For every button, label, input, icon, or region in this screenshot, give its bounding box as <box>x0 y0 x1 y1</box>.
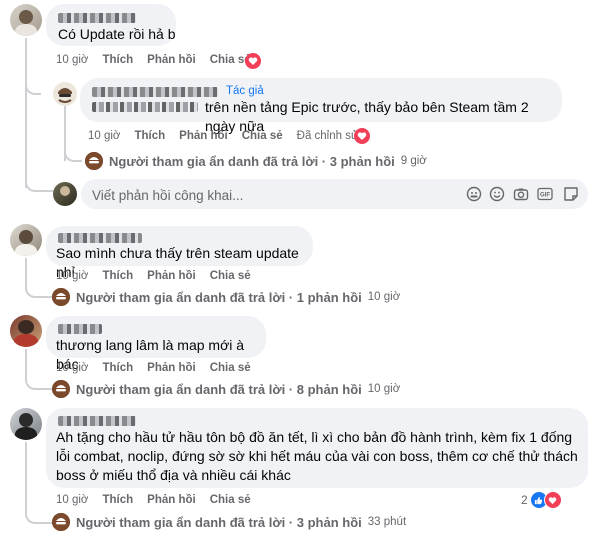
comment-time[interactable]: 10 giờ <box>56 362 88 374</box>
reply-button[interactable]: Phản hồi <box>147 54 196 66</box>
reply-input[interactable]: Viết phản hồi công khai... GIF <box>81 179 588 209</box>
comment-time[interactable]: 10 giờ <box>56 270 88 282</box>
author-badge: Tác giả <box>226 85 264 97</box>
anonymous-avatar-icon <box>52 380 70 398</box>
thread-connector <box>25 76 41 95</box>
avatar[interactable] <box>10 315 42 347</box>
thread-connector <box>64 146 82 162</box>
like-button[interactable]: Thích <box>134 130 165 142</box>
comment-text-line: lỗi combat, noclip, đứng sờ sờ khi hết m… <box>56 448 578 464</box>
heart-icon[interactable] <box>354 128 370 144</box>
anonymous-avatar-icon <box>52 288 70 306</box>
view-replies-link[interactable]: Người tham gia ẩn danh đã trả lời · 3 ph… <box>52 513 406 531</box>
reaction-summary[interactable]: 2 <box>521 491 562 509</box>
comment-text-line: Ah tặng cho hầu tử hầu tôn bộ đồ ăn tết,… <box>56 429 573 445</box>
avatar[interactable] <box>10 224 42 256</box>
reply-button[interactable]: Phản hồi <box>179 130 228 142</box>
avatar[interactable] <box>10 4 42 36</box>
heart-icon <box>543 491 562 509</box>
author-name[interactable] <box>58 13 136 23</box>
thread-line <box>25 38 27 188</box>
avatar[interactable] <box>10 408 42 440</box>
view-replies-link[interactable]: Người tham gia ẩn danh đã trả lời · 1 ph… <box>52 288 400 306</box>
comment-actions: 10 giờ Thích Phản hồi Chia sẻ Đã chỉnh s… <box>88 130 365 142</box>
thread-line <box>25 258 27 278</box>
comment-text-line: boss ở miếu thổ địa và nhiều cái khác <box>56 467 291 483</box>
like-button[interactable]: Thích <box>102 362 133 374</box>
emoji-sticker-icon[interactable] <box>466 186 482 202</box>
thread-connector <box>25 368 53 390</box>
like-button[interactable]: Thích <box>102 494 133 506</box>
anonymous-avatar-icon <box>52 513 70 531</box>
author-name[interactable] <box>92 87 218 97</box>
replies-time: 10 giờ <box>367 383 401 395</box>
comment-bubble: Tác giả trên nền tảng Epic trước, thấy b… <box>80 78 562 134</box>
thread-connector <box>25 276 53 298</box>
author-name[interactable] <box>58 416 136 426</box>
gif-icon[interactable]: GIF <box>537 186 553 202</box>
replies-summary[interactable]: Người tham gia ẩn danh đã trả lời · 8 ph… <box>76 382 362 397</box>
comment-bubble: Ah tặng cho hầu tử hầu tôn bộ đồ ăn tết,… <box>46 408 588 488</box>
mention-blur[interactable] <box>92 102 198 112</box>
comment-bubble: thương lang lâm là map mới à bác <box>46 316 266 372</box>
replies-time: 10 giờ <box>367 291 401 303</box>
emoji-icon[interactable] <box>489 186 505 202</box>
avatar <box>53 182 77 206</box>
comment-actions: 10 giờ Thích Phản hồi Chia sẻ <box>56 362 251 374</box>
like-button[interactable]: Thích <box>102 54 133 66</box>
share-button[interactable]: Chia sẻ <box>242 130 283 142</box>
share-button[interactable]: Chia sẻ <box>210 494 251 506</box>
heart-icon[interactable] <box>245 53 261 69</box>
author-name[interactable] <box>58 324 102 334</box>
comment-actions: 10 giờ Thích Phản hồi Chia sẻ <box>56 270 251 282</box>
comment-text: Có Update rồi hả b <box>58 26 176 42</box>
replies-time: 33 phút <box>367 516 407 528</box>
svg-text:GIF: GIF <box>540 193 550 199</box>
comment-time[interactable]: 10 giờ <box>56 54 88 66</box>
like-button[interactable]: Thích <box>102 270 133 282</box>
reply-input-placeholder: Viết phản hồi công khai... <box>92 188 244 203</box>
reaction-count: 2 <box>521 493 528 507</box>
reply-button[interactable]: Phản hồi <box>147 494 196 506</box>
author-name[interactable] <box>58 233 142 243</box>
replies-summary[interactable]: Người tham gia ẩn danh đã trả lời · 3 ph… <box>76 515 362 530</box>
share-button[interactable]: Chia sẻ <box>210 362 251 374</box>
reply-button[interactable]: Phản hồi <box>147 362 196 374</box>
comment-time[interactable]: 10 giờ <box>88 130 120 142</box>
share-button[interactable]: Chia sẻ <box>210 270 251 282</box>
comment-time[interactable]: 10 giờ <box>56 494 88 506</box>
replies-summary[interactable]: Người tham gia ẩn danh đã trả lời · 3 ph… <box>109 154 395 169</box>
thread-line <box>25 442 27 502</box>
view-replies-link[interactable]: Người tham gia ẩn danh đã trả lời · 3 ph… <box>85 152 427 170</box>
reply-button[interactable]: Phản hồi <box>147 270 196 282</box>
avatar[interactable] <box>53 82 77 106</box>
camera-icon[interactable] <box>513 186 529 202</box>
thread-connector <box>25 502 53 524</box>
replies-time: 9 giờ <box>400 155 427 167</box>
anonymous-avatar-icon <box>85 152 103 170</box>
thread-connector <box>25 170 53 192</box>
comment-bubble: Sao mình chưa thấy trên steam update nhỉ <box>46 226 313 280</box>
comment-actions: 10 giờ Thích Phản hồi Chia sẻ <box>56 54 251 66</box>
comment-actions: 10 giờ Thích Phản hồi Chia sẻ <box>56 494 251 506</box>
sticker-icon[interactable] <box>563 186 579 202</box>
comment-bubble: Có Update rồi hả b <box>46 4 176 46</box>
view-replies-link[interactable]: Người tham gia ẩn danh đã trả lời · 8 ph… <box>52 380 400 398</box>
replies-summary[interactable]: Người tham gia ẩn danh đã trả lời · 1 ph… <box>76 290 362 305</box>
